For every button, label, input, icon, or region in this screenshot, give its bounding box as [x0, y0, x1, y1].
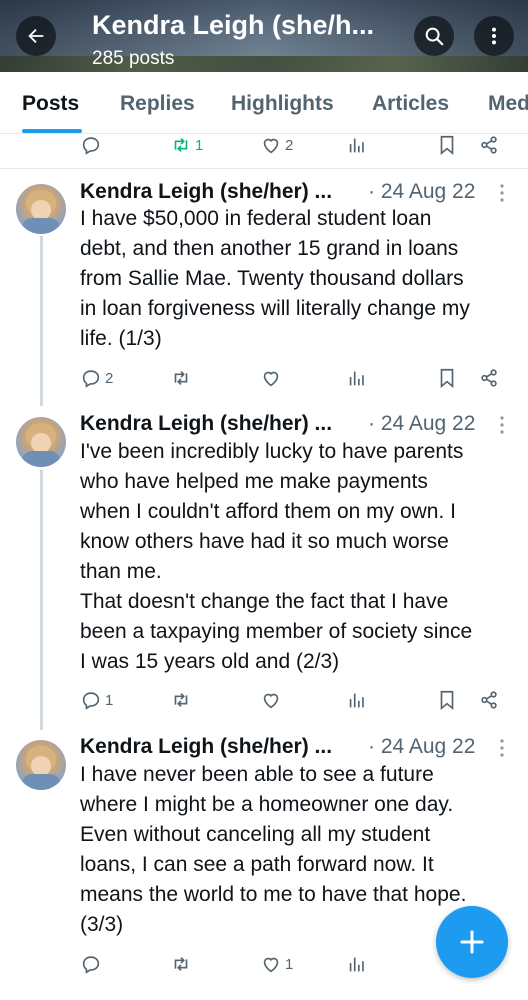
reply-button[interactable] [80, 949, 105, 979]
like-button[interactable] [260, 685, 285, 715]
reply-button[interactable]: 1 [80, 685, 113, 715]
share-icon [481, 691, 497, 709]
author-name[interactable]: Kendra Leigh (she/her) ... [80, 180, 332, 203]
more-vertical-icon [491, 27, 497, 45]
post-text: I have $50,000 in federal student loan d… [80, 207, 470, 350]
more-vertical-icon[interactable] [496, 414, 508, 436]
like-button[interactable]: 1 [260, 949, 293, 979]
views-icon [349, 371, 364, 386]
bookmark-button[interactable] [436, 685, 458, 715]
post-actions: 2 [0, 363, 528, 393]
share-icon [481, 136, 497, 154]
heart-icon [263, 138, 279, 154]
bookmark-icon [440, 690, 454, 711]
back-arrow-icon [28, 28, 44, 44]
back-button[interactable] [16, 16, 56, 56]
reply-icon [82, 956, 100, 974]
tab-replies[interactable]: Replies [120, 92, 195, 116]
share-icon [481, 369, 497, 387]
search-button[interactable] [414, 16, 454, 56]
profile-name: Kendra Leigh (she/h... [92, 10, 375, 40]
post-header: Kendra Leigh (she/her) ... [80, 180, 332, 204]
heart-icon [263, 957, 279, 973]
views-button[interactable] [346, 363, 368, 393]
post-header: Kendra Leigh (she/her) ... [80, 735, 332, 759]
views-button[interactable] [346, 949, 368, 979]
like-button[interactable]: 2 [260, 130, 293, 160]
divider [0, 168, 528, 169]
more-vertical-icon[interactable] [496, 737, 508, 759]
repost-icon [174, 692, 188, 708]
repost-icon [174, 137, 188, 153]
like-button[interactable] [260, 363, 285, 393]
reply-button[interactable]: 2 [80, 363, 113, 393]
views-button[interactable] [346, 685, 368, 715]
repost-icon [174, 370, 188, 386]
repost-button[interactable] [170, 685, 195, 715]
post-count: 285 posts [92, 48, 175, 69]
avatar[interactable] [16, 740, 66, 790]
more-vertical-icon[interactable] [496, 182, 508, 204]
share-button[interactable] [478, 363, 500, 393]
repost-button[interactable] [170, 363, 195, 393]
header-banner-ground [0, 56, 528, 72]
share-button[interactable] [478, 685, 500, 715]
post-header: Kendra Leigh (she/her) ... [80, 412, 332, 436]
tab-articles[interactable]: Articles [372, 92, 449, 116]
bookmark-button[interactable] [436, 363, 458, 393]
author-name[interactable]: Kendra Leigh (she/her) ... [80, 735, 332, 758]
heart-icon [263, 371, 279, 387]
reply-icon [82, 137, 100, 155]
repost-button[interactable]: 1 [170, 130, 203, 160]
post-date[interactable]: · 24 Aug 22 [368, 412, 475, 436]
views-button[interactable] [346, 130, 368, 160]
reply-button[interactable] [80, 130, 105, 160]
reply-icon [82, 692, 100, 710]
views-icon [349, 957, 364, 972]
reply-icon [82, 370, 100, 388]
repost-icon [174, 956, 188, 972]
repost-button[interactable] [170, 949, 195, 979]
compose-post-button[interactable] [436, 906, 508, 978]
bookmark-icon [440, 368, 454, 389]
post-date[interactable]: · 24 Aug 22 [368, 735, 475, 759]
post-text: I've been incredibly lucky to have paren… [80, 440, 473, 673]
avatar[interactable] [16, 184, 66, 234]
views-icon [349, 138, 364, 153]
tab-highlights[interactable]: Highlights [231, 92, 334, 116]
post-actions: 1 [0, 685, 528, 715]
avatar[interactable] [16, 417, 66, 467]
bookmark-icon [440, 135, 454, 156]
post-date[interactable]: · 24 Aug 22 [368, 180, 475, 204]
search-icon [425, 27, 444, 46]
share-button[interactable] [478, 130, 500, 160]
bookmark-button[interactable] [436, 130, 458, 160]
tab-posts[interactable]: Posts [22, 92, 79, 116]
more-options-button[interactable] [474, 16, 514, 56]
author-name[interactable]: Kendra Leigh (she/her) ... [80, 412, 332, 435]
plus-icon [460, 930, 484, 954]
tab-media[interactable]: Med [488, 92, 528, 116]
previous-post-actions: 1 2 [0, 130, 528, 160]
views-icon [349, 693, 364, 708]
heart-icon [263, 693, 279, 709]
profile-tabs: Posts Replies Highlights Articles Med [0, 72, 528, 134]
